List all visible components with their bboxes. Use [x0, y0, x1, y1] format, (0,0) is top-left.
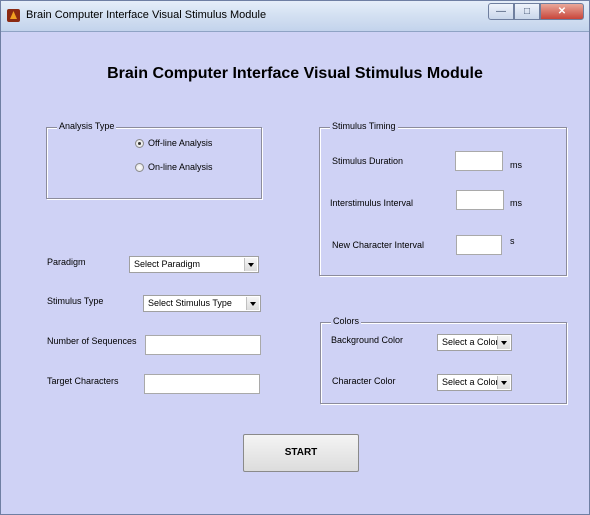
character-color-dropdown[interactable]: Select a Color	[437, 374, 512, 391]
offline-analysis-radio[interactable]	[135, 139, 144, 148]
online-analysis-label[interactable]: On-line Analysis	[148, 162, 213, 172]
interstimulus-interval-unit: ms	[510, 198, 522, 208]
character-color-value: Select a Color	[442, 377, 499, 387]
chevron-down-icon[interactable]	[244, 258, 257, 271]
number-of-sequences-input[interactable]	[145, 335, 261, 355]
stimulus-type-label: Stimulus Type	[47, 296, 104, 306]
chevron-down-icon[interactable]	[497, 336, 510, 349]
stimulus-type-dropdown[interactable]: Select Stimulus Type	[143, 295, 261, 312]
start-button[interactable]: START	[243, 434, 359, 472]
paradigm-value: Select Paradigm	[134, 259, 201, 269]
minimize-button[interactable]: —	[488, 3, 514, 20]
window-controls: — □ ✕	[488, 3, 584, 20]
stimulus-timing-group: Stimulus Timing Stimulus Duration ms Int…	[319, 121, 567, 276]
online-analysis-radio[interactable]	[135, 163, 144, 172]
number-of-sequences-label: Number of Sequences	[47, 336, 137, 346]
interstimulus-interval-input[interactable]	[456, 190, 504, 210]
paradigm-label: Paradigm	[47, 257, 86, 267]
colors-legend: Colors	[331, 316, 362, 326]
matlab-icon	[7, 9, 20, 22]
character-color-label: Character Color	[332, 376, 396, 386]
paradigm-dropdown[interactable]: Select Paradigm	[129, 256, 259, 273]
new-character-interval-label: New Character Interval	[332, 240, 425, 250]
analysis-type-legend: Analysis Type	[57, 121, 117, 131]
chevron-down-icon[interactable]	[497, 376, 510, 389]
stimulus-type-value: Select Stimulus Type	[148, 298, 232, 308]
new-character-interval-unit: s	[510, 236, 515, 246]
interstimulus-interval-label: Interstimulus Interval	[330, 198, 414, 208]
background-color-value: Select a Color	[442, 337, 499, 347]
new-character-interval-input[interactable]	[456, 235, 502, 255]
page-title: Brain Computer Interface Visual Stimulus…	[107, 65, 483, 82]
colors-group: Colors Background Color Select a Color C…	[320, 316, 567, 404]
background-color-label: Background Color	[331, 335, 404, 345]
stimulus-timing-legend: Stimulus Timing	[330, 121, 398, 131]
analysis-type-group: Analysis Type Off-line Analysis On-line …	[46, 121, 262, 199]
target-characters-input[interactable]	[144, 374, 260, 394]
stimulus-duration-label: Stimulus Duration	[332, 156, 404, 166]
offline-analysis-label[interactable]: Off-line Analysis	[148, 138, 212, 148]
window-title: Brain Computer Interface Visual Stimulus…	[26, 9, 267, 21]
title-bar[interactable]: Brain Computer Interface Visual Stimulus…	[1, 1, 589, 32]
background-color-dropdown[interactable]: Select a Color	[437, 334, 512, 351]
chevron-down-icon[interactable]	[246, 297, 259, 310]
stimulus-duration-unit: ms	[510, 160, 522, 170]
target-characters-label: Target Characters	[47, 376, 119, 386]
stimulus-duration-input[interactable]	[455, 151, 503, 171]
close-button[interactable]: ✕	[540, 3, 584, 20]
maximize-button[interactable]: □	[514, 3, 540, 20]
app-window: Brain Computer Interface Visual Stimulus…	[0, 0, 590, 515]
